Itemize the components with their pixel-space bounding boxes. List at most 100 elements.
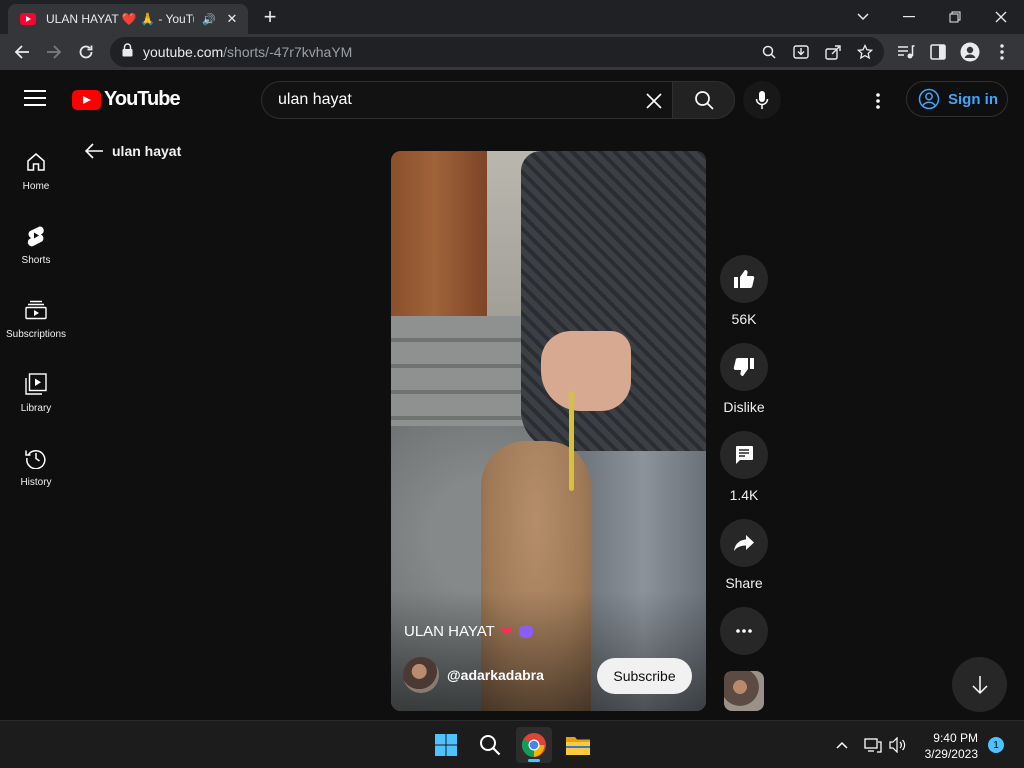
settings-more-icon[interactable] [864,87,892,115]
home-icon [24,150,48,174]
like-action[interactable]: 56K [720,255,768,327]
more-horizontal-icon [736,629,752,633]
next-short-button[interactable] [952,657,1007,712]
forward-arrow-icon[interactable] [40,38,68,66]
arrow-down-icon [971,675,988,694]
comment-icon [736,446,753,464]
guide-label-history: History [20,477,52,488]
address-bar[interactable]: youtube.com/shorts/-47r7kvhaYM [110,37,884,67]
dislike-label: Dislike [723,399,765,415]
youtube-logo[interactable]: YouTube [72,88,181,111]
guide-label-library: Library [20,403,52,414]
notification-badge[interactable]: 1 [988,737,1004,753]
browser-menu-icon[interactable] [991,41,1013,63]
search-icon[interactable] [760,43,778,61]
search-button[interactable] [672,81,735,119]
url-host: youtube.com [143,44,224,60]
back-arrow-icon[interactable] [8,38,36,66]
browser-toolbar: youtube.com/shorts/-47r7kvhaYM [0,34,1024,70]
reload-icon[interactable] [72,38,100,66]
video-frame-stream [569,391,574,491]
comments-button[interactable] [720,431,768,479]
subscriptions-icon [24,298,48,322]
clock-date: 3/29/2023 [924,747,978,761]
more-actions[interactable] [720,607,768,655]
search-icon [694,91,714,110]
lock-icon[interactable] [122,42,133,62]
file-explorer-icon[interactable] [560,727,596,763]
sign-in-button[interactable]: Sign in [906,81,1008,117]
speaker-icon[interactable]: 🔊 [202,13,216,26]
share-arrow-icon [734,535,754,551]
youtube-play-icon [72,89,101,110]
install-app-icon[interactable] [792,43,810,61]
tab-search-chevron-down-icon[interactable] [840,4,886,30]
search-input[interactable] [278,91,628,109]
chrome-app-icon[interactable] [516,727,552,763]
youtube-favicon-icon [20,13,36,25]
search-box[interactable] [261,81,673,119]
guide-item-shorts[interactable]: Shorts [0,220,72,290]
browser-tab[interactable]: ULAN HAYAT ❤️ 🙏 - YouTube 🔊 ✕ [8,4,248,34]
volume-icon[interactable] [888,735,908,755]
channel-info[interactable]: @adarkadabra [403,657,544,693]
side-panel-icon[interactable] [927,41,949,63]
shorts-video-player[interactable]: ULAN HAYAT ❤ @adarkadabra Subscribe [391,151,706,711]
windows-start-icon[interactable] [428,727,464,763]
library-icon [24,372,48,396]
sign-in-label: Sign in [948,90,998,108]
red-heart-icon: ❤ [500,623,513,639]
guide-label-subscriptions: Subscriptions [5,329,67,340]
dislike-action[interactable]: Dislike [720,343,768,415]
guide-item-history[interactable]: History [0,442,72,512]
tab-close-icon[interactable]: ✕ [224,11,240,27]
restore-icon[interactable] [932,4,978,30]
network-icon[interactable] [863,735,883,755]
folded-hands-icon [518,625,533,638]
dislike-button[interactable] [720,343,768,391]
channel-handle[interactable]: @adarkadabra [447,667,544,683]
share-button[interactable] [720,519,768,567]
share-action[interactable]: Share [720,519,768,591]
more-actions-button[interactable] [720,607,768,655]
short-title-text: ULAN HAYAT [404,623,495,640]
clear-search-icon[interactable] [643,90,665,112]
bookmark-star-icon[interactable] [856,43,874,61]
guide-menu-icon[interactable] [24,90,46,108]
thumbs-up-icon [734,270,755,288]
guide-item-home[interactable]: Home [0,146,72,216]
subscribe-button[interactable]: Subscribe [597,658,692,694]
search-query-label: ulan hayat [112,143,182,159]
history-icon [24,446,48,470]
guide-item-library[interactable]: Library [0,368,72,438]
share-label: Share [725,575,763,591]
voice-search-button[interactable] [743,81,781,119]
media-controls-icon[interactable] [895,41,917,63]
comments-action[interactable]: 1.4K [720,431,768,503]
microphone-icon [755,91,769,109]
shorts-back-button[interactable]: ulan hayat [84,142,181,160]
browser-tab-strip: ULAN HAYAT ❤️ 🙏 - YouTube 🔊 ✕ + [0,0,1024,34]
minimize-icon[interactable] [886,4,932,30]
guide-item-subscriptions[interactable]: Subscriptions [0,294,72,364]
shorts-icon [24,224,48,248]
guide-label-shorts: Shorts [21,255,51,266]
guide-label-home: Home [22,181,50,192]
share-page-icon[interactable] [824,43,842,61]
channel-avatar[interactable] [403,657,439,693]
tray-chevron-up-icon[interactable] [832,735,852,755]
comments-count: 1.4K [729,487,759,503]
taskbar-search-icon[interactable] [472,727,508,763]
window-close-icon[interactable] [978,4,1024,30]
new-tab-button[interactable]: + [258,6,282,30]
like-button[interactable] [720,255,768,303]
account-circle-icon [918,88,940,110]
profile-avatar-icon[interactable] [959,41,981,63]
sound-thumbnail[interactable] [724,671,764,711]
url-text[interactable]: youtube.com/shorts/-47r7kvhaYM [143,44,352,60]
url-path: /shorts/-47r7kvhaYM [223,44,353,60]
short-title[interactable]: ULAN HAYAT ❤ [404,623,533,640]
system-clock[interactable]: 9:40 PM 3/29/2023 [918,730,978,762]
thumbs-down-icon [733,358,754,376]
tab-title: ULAN HAYAT ❤️ 🙏 - YouTube [46,12,194,26]
